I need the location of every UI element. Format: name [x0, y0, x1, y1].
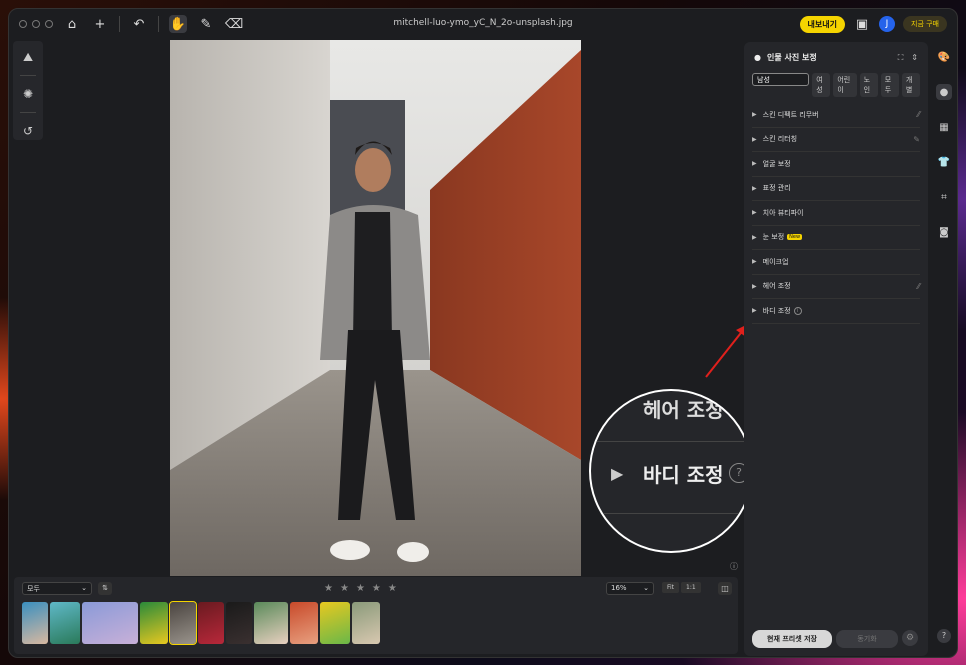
buy-now-button[interactable]: 지금 구매: [903, 16, 947, 32]
star-icon: ★: [371, 583, 381, 594]
thumbnail[interactable]: [254, 602, 288, 644]
expand-triangle-icon: ▶: [611, 464, 624, 483]
expand-triangle-icon: ▶: [752, 184, 757, 192]
subject-chips: 남성 여성 어린이 노인 모두 개별: [744, 67, 928, 103]
portrait-retouch-panel: ● 인물 사진 보정 ⛶ ⇕ 남성 여성 어린이 노인 모두 개별 ▶ 스킨 디펙트 리무버 ⁄…: [744, 42, 928, 656]
adjustment-item[interactable]: ▶ 바디 조정 i: [752, 299, 920, 324]
adjustment-item[interactable]: ▶ 스킨 리터칭 ✎: [752, 128, 920, 152]
thumbnail[interactable]: [320, 602, 350, 644]
right-toolbar: 🎨 ● ▦ 👕 ⌗ ◙: [934, 49, 954, 240]
adjustment-label: 표정 관리: [762, 184, 791, 193]
help-icon[interactable]: ?: [937, 629, 951, 643]
star-icon: ★: [339, 583, 349, 594]
chip-2[interactable]: 어린이: [833, 73, 857, 97]
expand-triangle-icon: ▶: [752, 282, 757, 290]
expand-triangle-icon: ▶: [752, 135, 757, 143]
thumbnail[interactable]: [140, 602, 168, 644]
action-icon[interactable]: ✎: [913, 135, 920, 144]
chip-3[interactable]: 노인: [859, 73, 878, 97]
sync-button[interactable]: 동기화: [836, 630, 898, 648]
adjustment-item[interactable]: ▶ 눈 보정 New: [752, 226, 920, 250]
main-photo[interactable]: [170, 40, 581, 576]
thumbnail[interactable]: [82, 602, 138, 644]
sort-button[interactable]: ⇅: [98, 582, 112, 595]
video-icon[interactable]: ▣: [853, 15, 871, 33]
compare-icon[interactable]: ◫: [718, 582, 732, 595]
action-icon[interactable]: ⁄⁄: [917, 282, 920, 291]
chip-0[interactable]: 남성: [752, 73, 810, 86]
filter-select[interactable]: 모두 ⌄: [22, 582, 92, 595]
fit-button[interactable]: Fit: [662, 582, 680, 593]
camera-icon[interactable]: ◙: [936, 224, 952, 240]
thumbnail[interactable]: [22, 602, 48, 644]
adjustment-label: 메이크업: [762, 257, 789, 266]
adjustment-list: ▶ 스킨 디펙트 리무버 ⁄⁄ ▶ 스킨 리터칭 ✎ ▶ 얼굴 보정 ▶ 표정 관리 ▶ 치아 뷰티파…: [744, 103, 928, 324]
thumbnail[interactable]: [352, 602, 380, 644]
thumbnail[interactable]: [198, 602, 224, 644]
app-window: ⌂ + ↶ ✋ ✎ ⌫ mitchell-luo-ymo_yC_N_2o-uns…: [8, 8, 958, 658]
palette-icon[interactable]: 🎨: [936, 49, 952, 65]
thumbnail[interactable]: [169, 601, 197, 645]
thumbnail[interactable]: [50, 602, 80, 644]
adjustment-label: 스킨 디펙트 리무버: [762, 110, 819, 119]
portrait-icon[interactable]: ●: [936, 84, 952, 100]
one-to-one-button[interactable]: 1:1: [681, 582, 701, 593]
thumbnail-strip: [22, 601, 380, 645]
expand-triangle-icon: ▶: [752, 160, 757, 168]
zoom-select[interactable]: 16% ⌄: [606, 582, 654, 595]
shirt-icon[interactable]: 👕: [936, 154, 952, 170]
titlebar: ⌂ + ↶ ✋ ✎ ⌫ mitchell-luo-ymo_yC_N_2o-uns…: [9, 9, 957, 39]
adjustment-label: 눈 보정: [762, 233, 785, 242]
expand-triangle-icon: ▶: [752, 233, 757, 241]
star-icon: ★: [387, 583, 397, 594]
save-preset-button[interactable]: 현재 프리셋 저장: [752, 630, 832, 648]
adjustment-item[interactable]: ▶ 표정 관리: [752, 177, 920, 201]
chip-1[interactable]: 여성: [812, 73, 831, 97]
thumbnail[interactable]: [290, 602, 318, 644]
adjustment-label: 얼굴 보정: [762, 159, 791, 168]
info-icon[interactable]: i: [793, 306, 802, 315]
adjustment-item[interactable]: ▶ 치아 뷰티파이: [752, 201, 920, 226]
export-button[interactable]: 내보내기: [799, 15, 845, 33]
adjustment-label: 치아 뷰티파이: [762, 208, 804, 217]
expand-triangle-icon: ▶: [752, 307, 757, 315]
adjustment-item[interactable]: ▶ 헤어 조정 ⁄⁄: [752, 275, 920, 299]
adjustment-label: 바디 조정: [762, 306, 791, 315]
adjustment-label: 헤어 조정: [762, 282, 791, 291]
adjustment-label: 스킨 리터칭: [762, 135, 798, 144]
star-icon: ★: [324, 583, 333, 594]
thumbnail[interactable]: [226, 602, 252, 644]
face-select-icon[interactable]: ⛶: [898, 53, 904, 63]
expand-triangle-icon: ▶: [752, 111, 757, 119]
adjustment-item[interactable]: ▶ 스킨 디펙트 리무버 ⁄⁄: [752, 103, 920, 128]
calculator-icon[interactable]: ▦: [936, 119, 952, 135]
new-badge: New: [787, 234, 803, 241]
info-icon[interactable]: ⓘ: [730, 561, 738, 572]
light-icon[interactable]: ✺: [20, 86, 36, 102]
adjustment-item[interactable]: ▶ 얼굴 보정: [752, 152, 920, 177]
chip-4[interactable]: 모두: [880, 73, 899, 97]
adjustment-item[interactable]: ▶ 메이크업: [752, 250, 920, 275]
avatar[interactable]: J: [879, 16, 895, 32]
chip-5[interactable]: 개별: [901, 73, 920, 97]
gear-icon[interactable]: ⚙: [902, 630, 918, 646]
left-toolbar: ⛰ ✺ ↺: [13, 41, 43, 140]
crop-icon[interactable]: ⌗: [936, 189, 952, 205]
ai-enhance-icon[interactable]: ⛰: [20, 49, 36, 65]
face-icon: ●: [754, 53, 761, 62]
expand-triangle-icon: ▶: [752, 209, 757, 217]
filmstrip-panel: 모두 ⌄ ⇅ ★ ★ ★ ★ ★ 16% ⌄ Fit 1:1 ◫: [14, 577, 738, 654]
panel-title: 인물 사진 보정: [766, 53, 817, 62]
rating-stars[interactable]: ★ ★ ★ ★ ★: [324, 583, 397, 594]
history-icon[interactable]: ↺: [20, 123, 36, 139]
collapse-icon[interactable]: ⇕: [911, 53, 918, 63]
zoom-callout: 헤어 조정 ▶ 바디 조정 ?: [589, 389, 753, 553]
star-icon: ★: [355, 583, 365, 594]
expand-triangle-icon: ▶: [752, 258, 757, 266]
action-icon[interactable]: ⁄⁄: [917, 110, 920, 119]
